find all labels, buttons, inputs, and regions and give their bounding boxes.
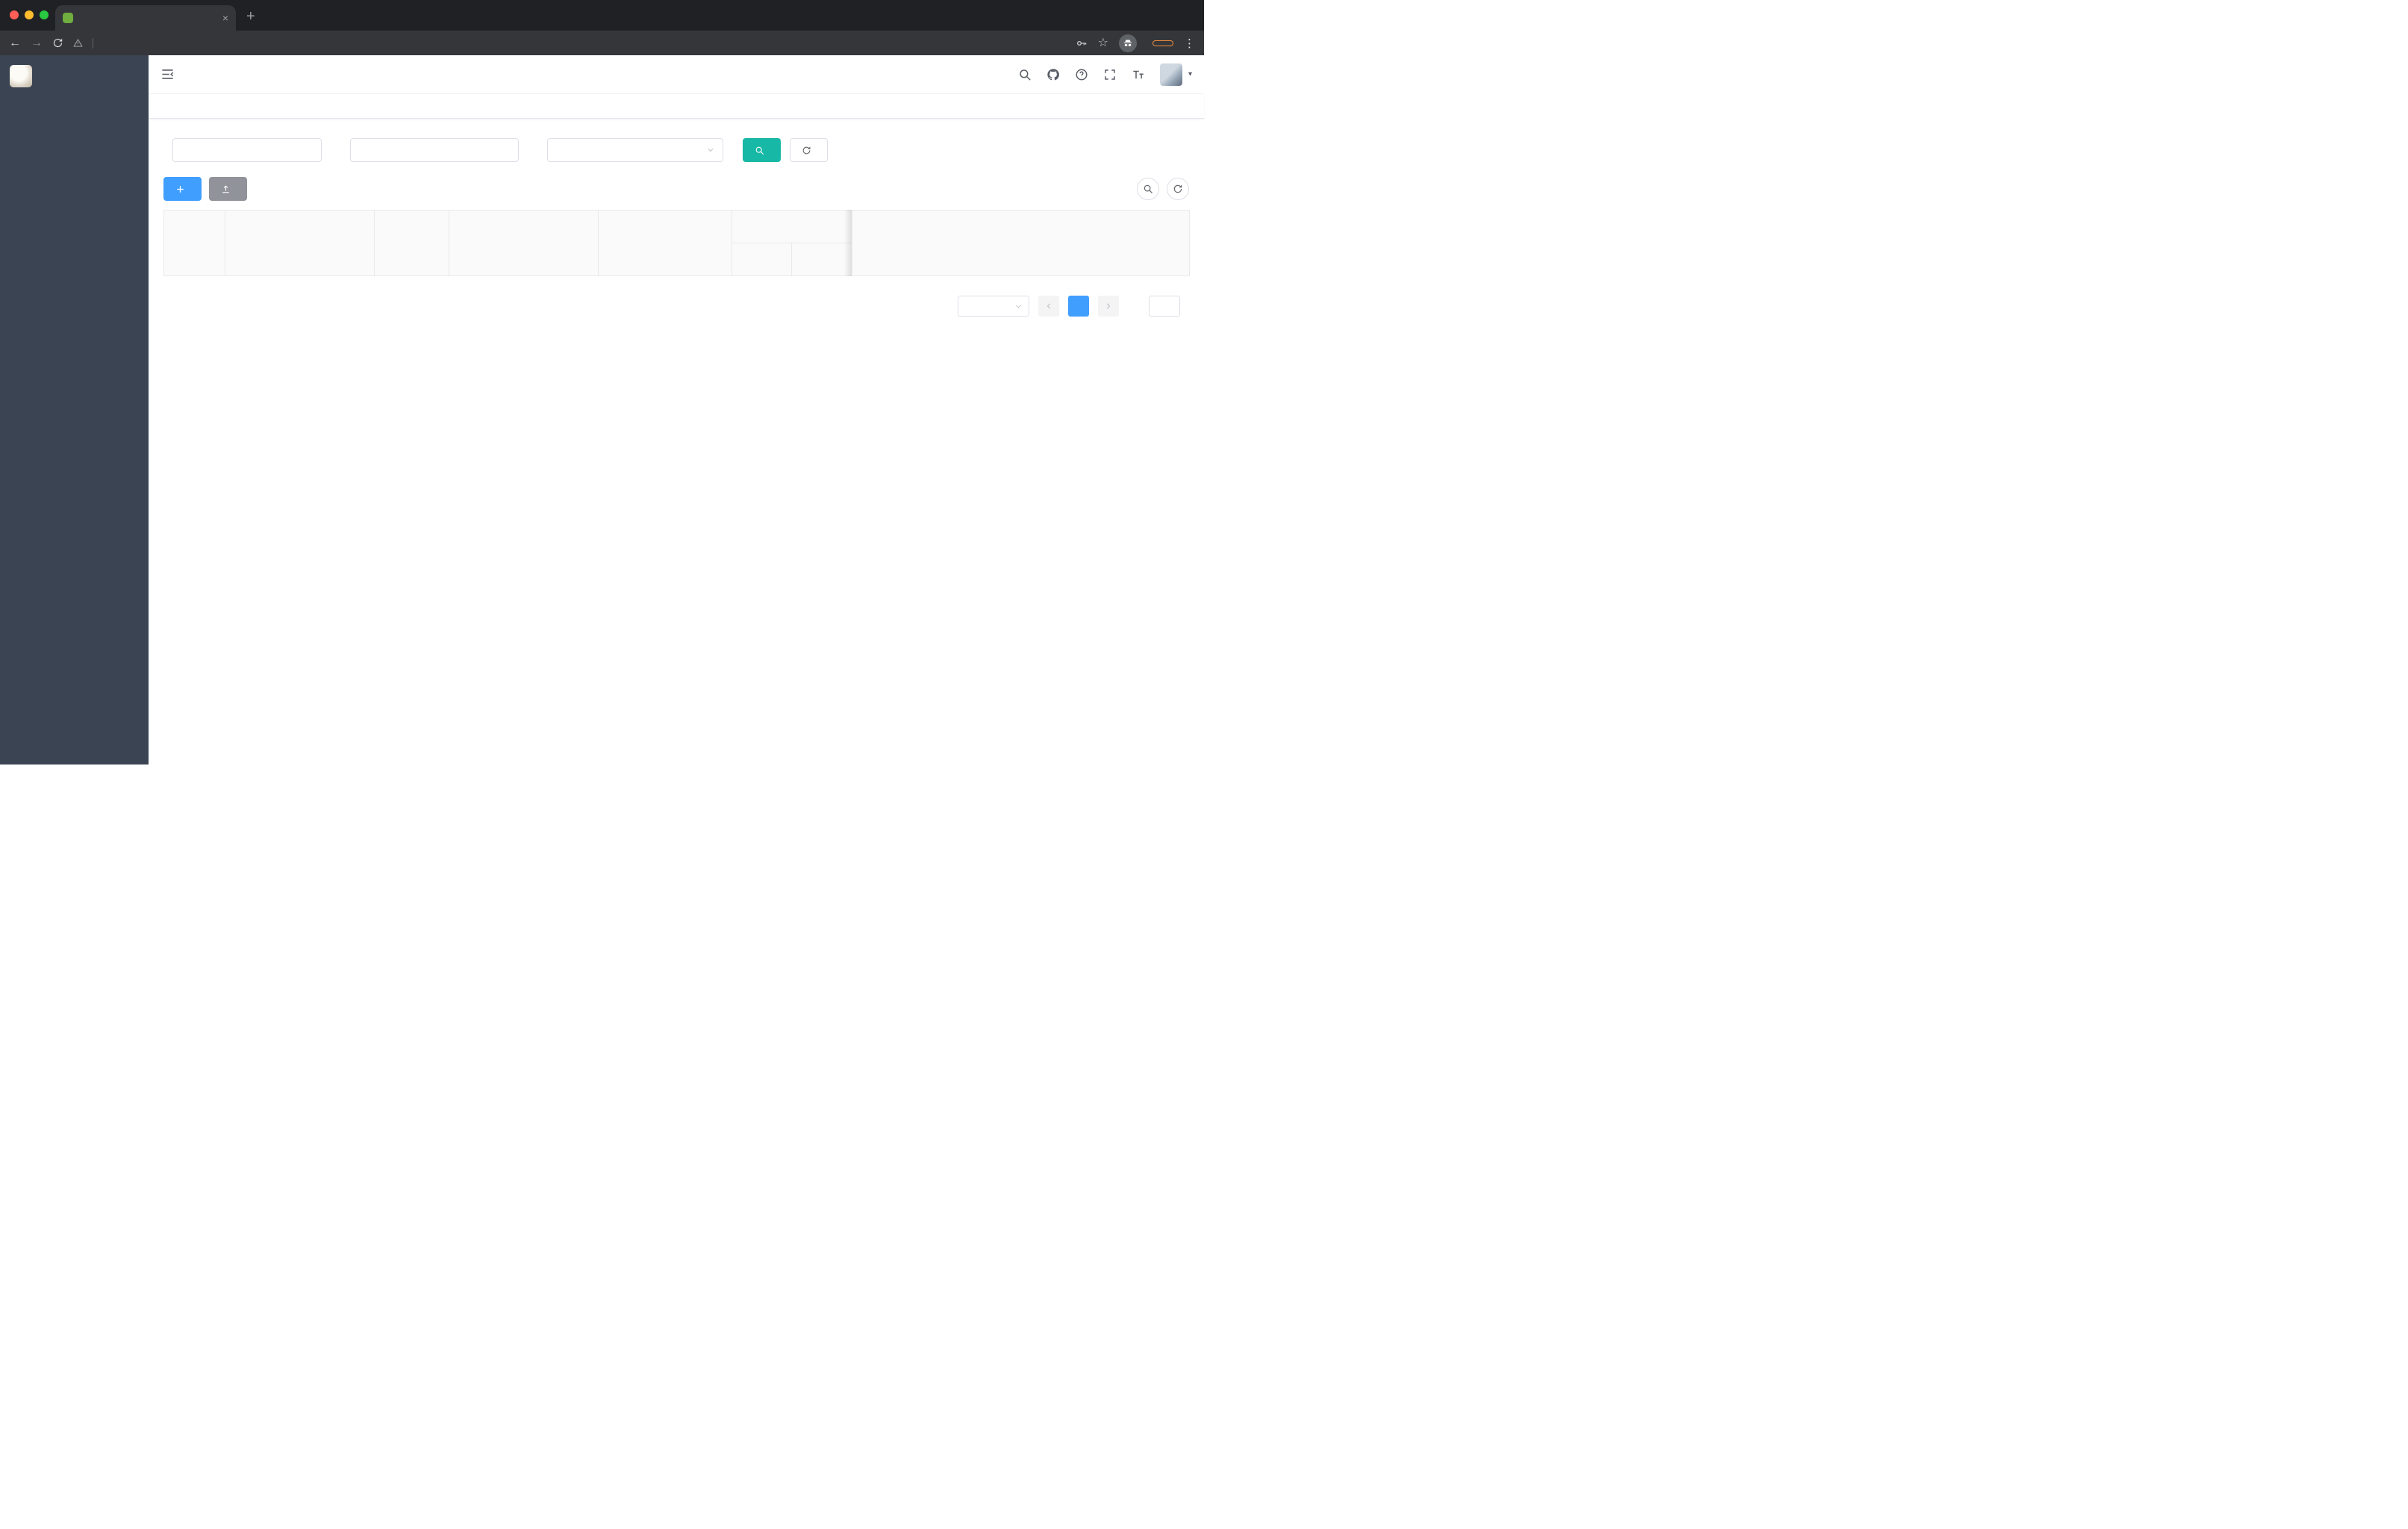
navbar: ▾: [149, 55, 1204, 94]
main-area: ▾: [149, 55, 1204, 764]
create-process-button[interactable]: [163, 177, 202, 201]
chevron-left-icon: [1044, 302, 1053, 311]
refresh-icon: [802, 146, 811, 155]
warning-icon: [73, 38, 83, 48]
page-content: [149, 119, 1204, 764]
filter-field-category: [538, 138, 723, 162]
app-logo[interactable]: [0, 55, 149, 97]
navbar-actions: ▾: [1018, 63, 1192, 86]
table-tools: [1137, 178, 1189, 200]
filter-form: [163, 138, 1189, 162]
new-tab-button[interactable]: +: [246, 8, 255, 25]
process-model-table: [163, 210, 1190, 276]
current-page[interactable]: [1068, 296, 1089, 317]
search-icon: [755, 146, 764, 155]
category-select[interactable]: [547, 138, 723, 162]
filter-field-process-name: [341, 138, 519, 162]
tab-favicon-icon: [63, 13, 73, 23]
user-avatar[interactable]: [1159, 63, 1182, 86]
browser-tab-strip: × +: [0, 0, 1204, 31]
site-security-chip[interactable]: [73, 38, 87, 48]
plus-icon: [175, 184, 185, 194]
password-key-icon[interactable]: [1076, 37, 1088, 49]
browser-window: × + ← → ☆ ⋮ ▾: [0, 0, 1204, 764]
tags-view: [149, 94, 1204, 119]
app-frame: ▾: [0, 55, 1204, 764]
update-button[interactable]: [1152, 40, 1173, 46]
minimize-window-button[interactable]: [25, 10, 34, 19]
maximize-window-button[interactable]: [40, 10, 49, 19]
prev-page-button[interactable]: [1038, 296, 1059, 317]
logo-image: [10, 65, 32, 87]
chevron-down-icon: [1014, 302, 1023, 311]
table-toolbar: [163, 177, 1189, 201]
column-header-form-info: [449, 210, 599, 276]
window-controls: [10, 10, 49, 19]
column-header-process-id: [163, 210, 225, 276]
incognito-avatar: [1119, 34, 1137, 52]
browser-toolbar: ← → ☆ ⋮: [0, 31, 1204, 55]
search-icon: [1143, 184, 1153, 194]
toolbar-right: ☆ ⋮: [1076, 34, 1195, 52]
search-button[interactable]: [743, 138, 781, 162]
goto-page-input[interactable]: [1149, 296, 1180, 317]
incognito-icon: [1123, 38, 1133, 49]
close-icon[interactable]: ×: [222, 12, 228, 24]
hamburger-icon[interactable]: [160, 67, 175, 81]
next-page-button[interactable]: [1098, 296, 1119, 317]
close-window-button[interactable]: [10, 10, 19, 19]
back-icon[interactable]: ←: [9, 37, 21, 49]
column-header-process-name: [225, 210, 375, 276]
caret-down-icon: ▾: [1188, 70, 1192, 78]
column-header-active-status: [791, 243, 852, 276]
process-name-input[interactable]: [350, 138, 519, 162]
chevron-right-icon: [1104, 302, 1113, 311]
github-icon[interactable]: [1047, 68, 1060, 81]
refresh-table-button[interactable]: [1167, 178, 1189, 200]
table-wrap: [163, 210, 1190, 276]
font-size-icon[interactable]: [1132, 68, 1145, 81]
sidebar: [0, 55, 149, 764]
fullscreen-icon[interactable]: [1103, 68, 1117, 81]
import-process-button[interactable]: [209, 177, 247, 201]
column-header-process-version: [732, 243, 792, 276]
address-bar[interactable]: [73, 37, 1066, 49]
reload-icon[interactable]: [52, 37, 63, 49]
toggle-search-button[interactable]: [1137, 178, 1159, 200]
browser-menu-icon[interactable]: ⋮: [1184, 37, 1195, 50]
forward-icon[interactable]: →: [31, 37, 43, 49]
column-group-latest-deployment: [732, 210, 852, 243]
column-header-actions: [852, 210, 1190, 276]
refresh-icon: [1173, 184, 1183, 194]
pagination: [163, 296, 1189, 317]
filter-field-process-id: [163, 138, 322, 162]
column-header-created-time: [598, 210, 732, 276]
search-icon[interactable]: [1018, 68, 1032, 81]
incognito-badge: [1119, 34, 1142, 52]
browser-tab[interactable]: ×: [55, 5, 236, 31]
chevron-down-icon: [706, 146, 715, 155]
help-icon[interactable]: [1075, 68, 1088, 81]
process-id-input[interactable]: [172, 138, 322, 162]
page-size-select[interactable]: [958, 296, 1029, 317]
upload-icon: [221, 184, 231, 194]
reset-button[interactable]: [790, 138, 828, 162]
bookmark-star-icon[interactable]: ☆: [1098, 37, 1108, 49]
column-header-category: [374, 210, 449, 276]
